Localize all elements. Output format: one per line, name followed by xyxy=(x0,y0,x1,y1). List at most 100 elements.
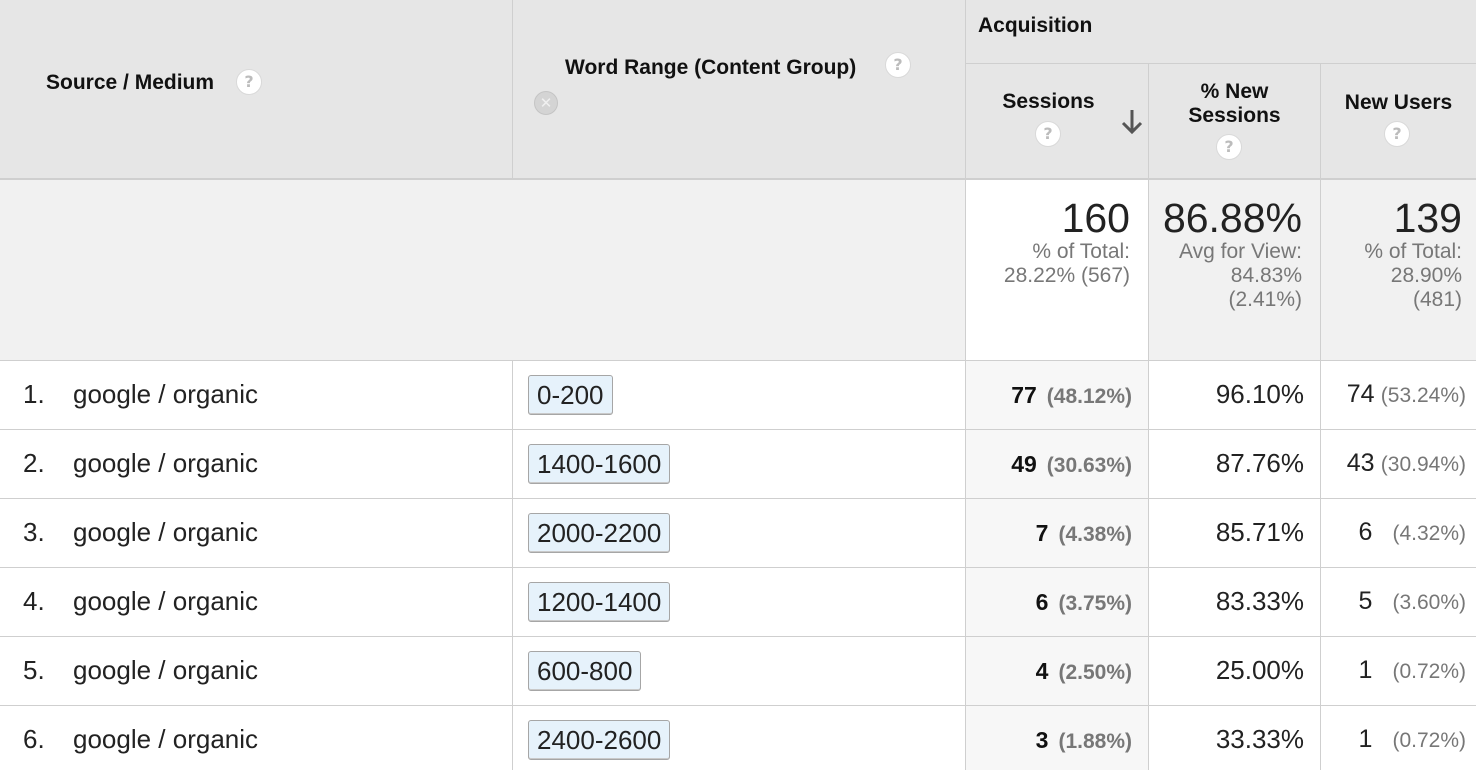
totals-new-users-line1: % of Total: xyxy=(1364,240,1462,263)
sessions-cell: 4 (2.50%) xyxy=(966,637,1149,706)
pct-new-sessions-cell: 87.76% xyxy=(1149,430,1321,499)
row-number: 5. xyxy=(23,655,45,685)
totals-sessions-line1: % of Total: xyxy=(1032,240,1130,263)
pct-new-sessions-value: 87.76% xyxy=(1215,448,1304,478)
source-medium-link[interactable]: google / organic xyxy=(73,586,258,617)
word-range-cell: 1200-1400 xyxy=(513,568,966,637)
totals-new-users-line2: 28.90% xyxy=(1390,264,1462,287)
header-acquisition-label: Acquisition xyxy=(978,14,1093,37)
help-icon[interactable]: ? xyxy=(236,69,262,95)
sessions-value: 6 xyxy=(1035,589,1049,615)
word-range-cell: 1400-1600 xyxy=(513,430,966,499)
pct-new-sessions-cell: 33.33% xyxy=(1149,706,1321,770)
header-sessions[interactable]: Sessions ? xyxy=(966,64,1149,180)
totals-pct-new-sessions: 86.88% Avg for View: 84.83% (2.41%) xyxy=(1149,180,1321,361)
word-range-cell: 2000-2200 xyxy=(513,499,966,568)
word-range-tag[interactable]: 1200-1400 xyxy=(528,582,671,622)
pct-new-sessions-value: 25.00% xyxy=(1215,655,1304,685)
pct-new-sessions-cell: 85.71% xyxy=(1149,499,1321,568)
totals-sessions-line2: 28.22% (567) xyxy=(1003,264,1130,287)
table-row: 3. google / organic xyxy=(0,499,513,568)
table-row: 2. google / organic xyxy=(0,430,513,499)
sessions-cell: 3 (1.88%) xyxy=(966,706,1149,770)
pct-new-sessions-value: 83.33% xyxy=(1215,586,1304,616)
source-medium-link[interactable]: google / organic xyxy=(73,724,258,755)
new-users-percent: (0.72%) xyxy=(1392,660,1466,683)
new-users-value: 1 xyxy=(1358,656,1373,684)
sessions-cell: 49 (30.63%) xyxy=(966,430,1149,499)
word-range-tag[interactable]: 2400-2600 xyxy=(528,720,671,760)
header-word-range-label[interactable]: Word Range (Content Group) xyxy=(565,56,856,80)
help-icon[interactable]: ? xyxy=(1384,121,1410,147)
new-users-cell: 5 (3.60%) xyxy=(1321,568,1476,637)
row-number: 1. xyxy=(23,379,45,409)
header-sessions-label[interactable]: Sessions xyxy=(966,90,1131,114)
totals-new-users-value: 139 xyxy=(1393,195,1462,241)
row-number: 3. xyxy=(23,517,45,547)
word-range-tag[interactable]: 0-200 xyxy=(528,375,613,415)
new-users-percent: (30.94%) xyxy=(1380,453,1466,476)
sessions-value: 49 xyxy=(1011,451,1037,477)
source-medium-link[interactable]: google / organic xyxy=(73,517,258,548)
header-acquisition-group: Acquisition xyxy=(966,0,1476,64)
new-users-cell: 43 (30.94%) xyxy=(1321,430,1476,499)
header-source-medium-label[interactable]: Source / Medium xyxy=(46,71,214,95)
sessions-percent: (48.12%) xyxy=(1046,385,1132,408)
table-row: 4. google / organic xyxy=(0,568,513,637)
new-users-value: 6 xyxy=(1358,518,1373,546)
header-pct-new-sessions-line1[interactable]: % New xyxy=(1149,80,1320,104)
sessions-value: 3 xyxy=(1035,727,1049,753)
pct-new-sessions-cell: 83.33% xyxy=(1149,568,1321,637)
totals-pct-new-sessions-line3: (2.41%) xyxy=(1228,288,1302,311)
header-source-medium[interactable]: Source / Medium ? xyxy=(0,0,513,180)
header-word-range[interactable]: Word Range (Content Group) ? ✕ xyxy=(513,0,966,180)
sessions-percent: (3.75%) xyxy=(1058,592,1132,615)
new-users-percent: (53.24%) xyxy=(1380,384,1466,407)
pct-new-sessions-value: 96.10% xyxy=(1215,379,1304,409)
new-users-cell: 1 (0.72%) xyxy=(1321,637,1476,706)
sessions-value: 77 xyxy=(1011,382,1037,408)
totals-sessions: 160 % of Total: 28.22% (567) xyxy=(966,180,1149,361)
sessions-value: 4 xyxy=(1035,658,1049,684)
header-pct-new-sessions-line2[interactable]: Sessions xyxy=(1149,104,1320,128)
sessions-percent: (30.63%) xyxy=(1046,454,1132,477)
sessions-value: 7 xyxy=(1035,520,1049,546)
word-range-tag[interactable]: 1400-1600 xyxy=(528,444,671,484)
help-icon[interactable]: ? xyxy=(1035,121,1061,147)
totals-pct-new-sessions-line1: Avg for View: xyxy=(1179,240,1302,263)
header-new-users[interactable]: New Users ? xyxy=(1321,64,1476,180)
new-users-value: 74 xyxy=(1346,380,1375,408)
pct-new-sessions-value: 33.33% xyxy=(1215,724,1304,754)
sort-descending-icon[interactable] xyxy=(1120,108,1144,136)
sessions-cell: 77 (48.12%) xyxy=(966,361,1149,430)
help-icon[interactable]: ? xyxy=(885,52,911,78)
report-table: Source / Medium ? Word Range (Content Gr… xyxy=(0,0,1476,770)
source-medium-link[interactable]: google / organic xyxy=(73,379,258,410)
help-icon[interactable]: ? xyxy=(1216,134,1242,160)
totals-sessions-value: 160 xyxy=(1061,195,1130,241)
source-medium-link[interactable]: google / organic xyxy=(73,448,258,479)
row-number: 4. xyxy=(23,586,45,616)
sessions-percent: (1.88%) xyxy=(1058,730,1132,753)
pct-new-sessions-value: 85.71% xyxy=(1215,517,1304,547)
totals-new-users: 139 % of Total: 28.90% (481) xyxy=(1321,180,1476,361)
totals-pct-new-sessions-value: 86.88% xyxy=(1162,195,1302,241)
sessions-cell: 6 (3.75%) xyxy=(966,568,1149,637)
row-number: 6. xyxy=(23,724,45,754)
new-users-cell: 74 (53.24%) xyxy=(1321,361,1476,430)
new-users-percent: (4.32%) xyxy=(1392,522,1466,545)
source-medium-link[interactable]: google / organic xyxy=(73,655,258,686)
word-range-cell: 2400-2600 xyxy=(513,706,966,770)
totals-pct-new-sessions-line2: 84.83% xyxy=(1230,264,1302,287)
new-users-cell: 6 (4.32%) xyxy=(1321,499,1476,568)
header-new-users-label[interactable]: New Users xyxy=(1321,91,1476,115)
new-users-cell: 1 (0.72%) xyxy=(1321,706,1476,770)
word-range-tag[interactable]: 2000-2200 xyxy=(528,513,671,553)
remove-dimension-icon[interactable]: ✕ xyxy=(534,91,558,115)
header-pct-new-sessions[interactable]: % New Sessions ? xyxy=(1149,64,1321,180)
word-range-tag[interactable]: 600-800 xyxy=(528,651,642,691)
pct-new-sessions-cell: 96.10% xyxy=(1149,361,1321,430)
table-row: 5. google / organic xyxy=(0,637,513,706)
sessions-percent: (4.38%) xyxy=(1058,523,1132,546)
pct-new-sessions-cell: 25.00% xyxy=(1149,637,1321,706)
